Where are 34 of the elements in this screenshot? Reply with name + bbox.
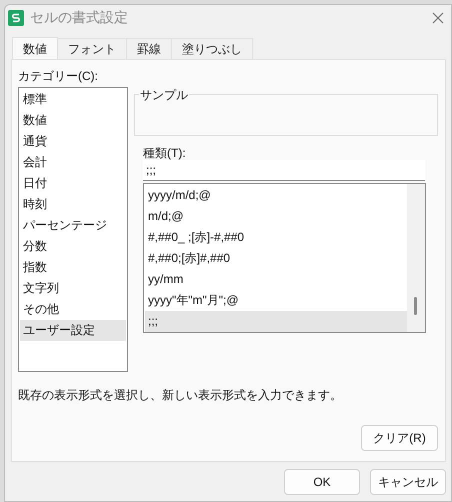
category-item[interactable]: 時刻 xyxy=(20,194,126,215)
category-item[interactable]: 通貨 xyxy=(20,131,126,152)
window-title: セルの書式設定 xyxy=(30,8,128,27)
category-item[interactable]: ユーザー設定 xyxy=(20,320,126,341)
category-item[interactable]: 日付 xyxy=(20,173,126,194)
sample-label: サンプル xyxy=(139,86,189,104)
format-item[interactable]: #,##0_ ;[赤]-#,##0 xyxy=(145,227,407,248)
format-item[interactable]: yyyy/m/d;@ xyxy=(145,185,407,206)
category-item[interactable]: その他 xyxy=(20,299,126,320)
format-item[interactable]: m/d;@ xyxy=(145,206,407,227)
category-item[interactable]: 会計 xyxy=(20,152,126,173)
format-item[interactable]: yy/mm xyxy=(145,269,407,290)
format-item[interactable]: yyyy"年"m"月";@ xyxy=(145,290,407,311)
category-item[interactable]: 標準 xyxy=(20,89,126,110)
scrollbar[interactable] xyxy=(407,184,425,332)
tab[interactable]: 数値 xyxy=(12,37,58,60)
category-item[interactable]: パーセンテージ xyxy=(20,215,126,236)
ok-button[interactable]: OK xyxy=(284,469,360,495)
category-item[interactable]: 文字列 xyxy=(20,278,126,299)
clear-button[interactable]: クリア(R) xyxy=(361,425,438,451)
category-label: カテゴリー(C): xyxy=(18,68,98,85)
scrollbar-thumb[interactable] xyxy=(414,297,417,315)
category-item[interactable]: 分数 xyxy=(20,236,126,257)
type-label: 種類(T): xyxy=(143,145,186,162)
category-item[interactable]: 数値 xyxy=(20,110,126,131)
description-text: 既存の表示形式を選択し、新しい表示形式を入力できます。 xyxy=(18,387,342,404)
type-input-field[interactable]: ;;; xyxy=(143,160,425,181)
tab[interactable]: 塗りつぶし xyxy=(171,38,253,59)
close-icon[interactable] xyxy=(432,12,444,24)
category-item[interactable]: 指数 xyxy=(20,257,126,278)
format-item[interactable]: #,##0;[赤]#,##0 xyxy=(145,248,407,269)
cancel-button[interactable]: キャンセル xyxy=(370,469,446,495)
format-item[interactable]: ;;; xyxy=(145,311,407,332)
app-logo-icon xyxy=(8,10,24,26)
